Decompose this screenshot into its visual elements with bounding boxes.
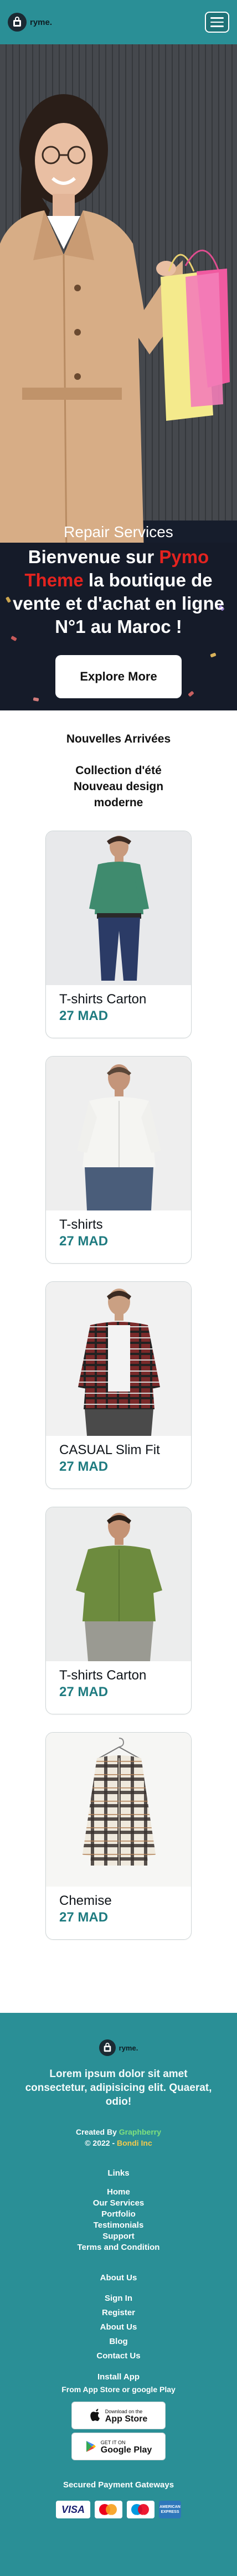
hamburger-menu-button[interactable]: [205, 12, 229, 33]
footer-logo-bag-icon: [99, 2039, 116, 2056]
hero-banner: Repair Services Bienvenue sur Pymo Theme…: [0, 44, 237, 710]
copyright-prefix: © 2022 -: [85, 2139, 117, 2147]
footer-link-terms[interactable]: Terms and Condition: [0, 2242, 237, 2253]
install-app-heading: Install App: [97, 2372, 140, 2382]
apple-icon: [90, 2409, 100, 2422]
product-info: Chemise 27 MAD: [46, 1887, 191, 1925]
footer-link-support[interactable]: Support: [0, 2231, 237, 2242]
logo-text: ryme.: [30, 17, 53, 27]
payment-methods: VISA mastercard maestro AMERICAN EXPRESS: [0, 2501, 237, 2518]
product-card[interactable]: T-shirts Carton 27 MAD: [45, 831, 192, 1038]
visa-icon: VISA: [56, 2501, 90, 2518]
google-play-text: GET IT ON Google Play: [100, 2439, 152, 2455]
product-name[interactable]: T-shirts: [59, 1217, 191, 1233]
mastercard-icon: mastercard: [95, 2501, 122, 2518]
footer-link-portfolio[interactable]: Portfolio: [0, 2209, 237, 2220]
product-price: 27 MAD: [59, 1459, 109, 1474]
header: ryme.: [0, 0, 237, 44]
product-card[interactable]: T-shirts 27 MAD: [45, 1056, 192, 1264]
product-image-green-shirt-jeans[interactable]: [46, 831, 191, 985]
hero-title: Bienvenue sur Pymo Theme la boutique de …: [0, 545, 237, 638]
footer-logo-text: ryme.: [118, 2043, 138, 2052]
collection-subtitle-text: Collection d'été Nouveau design moderne: [73, 764, 164, 809]
footer-credits: Created By Graphberry © 2022 - Bondi Inc: [0, 2126, 237, 2149]
footer-link-blog[interactable]: Blog: [0, 2335, 237, 2349]
footer-link-home[interactable]: Home: [0, 2187, 237, 2198]
hero-subtitle: Repair Services: [64, 523, 173, 540]
product-card[interactable]: CASUAL Slim Fit 27 MAD: [45, 1281, 192, 1489]
product-card[interactable]: T-shirts Carton 27 MAD: [45, 1507, 192, 1714]
hero-title-prefix: Bienvenue sur: [28, 547, 159, 567]
google-play-button[interactable]: GET IT ON Google Play: [71, 2433, 166, 2460]
copyright-company-link[interactable]: Bondi Inc: [117, 2139, 152, 2147]
product-info: CASUAL Slim Fit 27 MAD: [46, 1436, 191, 1475]
footer-link-testimonials[interactable]: Testimonials: [0, 2220, 237, 2231]
footer-description: Lorem ipsum dolor sit amet consectetur, …: [25, 2068, 212, 2108]
payments-heading: Secured Payment Gateways: [63, 2480, 174, 2490]
footer: ryme. Lorem ipsum dolor sit amet consect…: [0, 2013, 237, 2576]
product-card[interactable]: Chemise 27 MAD: [45, 1732, 192, 1940]
product-list: T-shirts Carton 27 MAD T-shirts 27 MAD C…: [45, 831, 192, 1957]
install-app-subtitle: From App Store or google Play: [61, 2385, 176, 2394]
mastercard-label: mastercard: [100, 2515, 117, 2518]
hamburger-icon-bar: [210, 17, 224, 19]
footer-logo[interactable]: ryme.: [99, 2039, 138, 2056]
footer-about-heading: About Us: [100, 2273, 137, 2283]
created-by-line: Created By Graphberry: [0, 2126, 237, 2137]
american-express-icon: AMERICAN EXPRESS: [159, 2501, 181, 2518]
logo[interactable]: ryme.: [8, 13, 52, 32]
product-image-plaid-shirt[interactable]: [46, 1282, 191, 1436]
product-price: 27 MAD: [59, 1910, 109, 1925]
product-image-checkered-shirt-hanger[interactable]: [46, 1733, 191, 1887]
app-store-big-text: App Store: [105, 2414, 148, 2424]
footer-link-our-services[interactable]: Our Services: [0, 2198, 237, 2209]
logo-bag-icon: [8, 13, 27, 32]
footer-link-contact-us[interactable]: Contact Us: [0, 2349, 237, 2363]
product-image-olive-shirt[interactable]: [46, 1507, 191, 1661]
hero-text-block: Repair Services Bienvenue sur Pymo Theme…: [0, 523, 237, 698]
footer-about-list: Sign In Register About Us Blog Contact U…: [0, 2291, 237, 2363]
product-price: 27 MAD: [59, 1684, 109, 1699]
product-name[interactable]: T-shirts Carton: [59, 1668, 191, 1683]
product-info: T-shirts Carton 27 MAD: [46, 1661, 191, 1700]
product-name[interactable]: T-shirts Carton: [59, 992, 191, 1007]
product-price: 27 MAD: [59, 1008, 109, 1023]
visa-label: VISA: [61, 2503, 85, 2515]
explore-more-button[interactable]: Explore More: [55, 655, 182, 698]
product-name[interactable]: CASUAL Slim Fit: [59, 1442, 191, 1458]
product-info: T-shirts 27 MAD: [46, 1210, 191, 1249]
maestro-label: maestro: [135, 2515, 147, 2518]
maestro-icon: maestro: [127, 2501, 154, 2518]
collection-subtitle: Collection d'été Nouveau design moderne: [0, 763, 237, 811]
footer-links-list: Home Our Services Portfolio Testimonials…: [0, 2187, 237, 2253]
new-arrivals-section: Nouvelles Arrivées Collection d'été Nouv…: [0, 710, 237, 811]
created-by-link[interactable]: Graphberry: [119, 2127, 161, 2136]
copyright-line: © 2022 - Bondi Inc: [0, 2137, 237, 2149]
product-price: 27 MAD: [59, 1234, 109, 1249]
app-store-button[interactable]: Download on the App Store: [71, 2402, 166, 2429]
product-name[interactable]: Chemise: [59, 1893, 191, 1909]
app-store-text: Download on the App Store: [105, 2408, 148, 2424]
footer-links-heading: Links: [107, 2168, 130, 2178]
google-play-icon: [86, 2441, 96, 2452]
product-info: T-shirts Carton 27 MAD: [46, 985, 191, 1024]
google-play-big-text: Google Play: [100, 2445, 152, 2455]
product-image-white-shirt[interactable]: [46, 1057, 191, 1210]
footer-link-register[interactable]: Register: [0, 2306, 237, 2320]
footer-link-about-us[interactable]: About Us: [0, 2320, 237, 2335]
hamburger-icon-bar: [210, 21, 224, 23]
footer-link-sign-in[interactable]: Sign In: [0, 2291, 237, 2306]
hamburger-icon-bar: [210, 25, 224, 27]
shopping-bags-image: [161, 249, 230, 421]
section-title: Nouvelles Arrivées: [66, 733, 171, 745]
amex-label: AMERICAN EXPRESS: [159, 2505, 181, 2514]
created-by-prefix: Created By: [75, 2127, 119, 2136]
